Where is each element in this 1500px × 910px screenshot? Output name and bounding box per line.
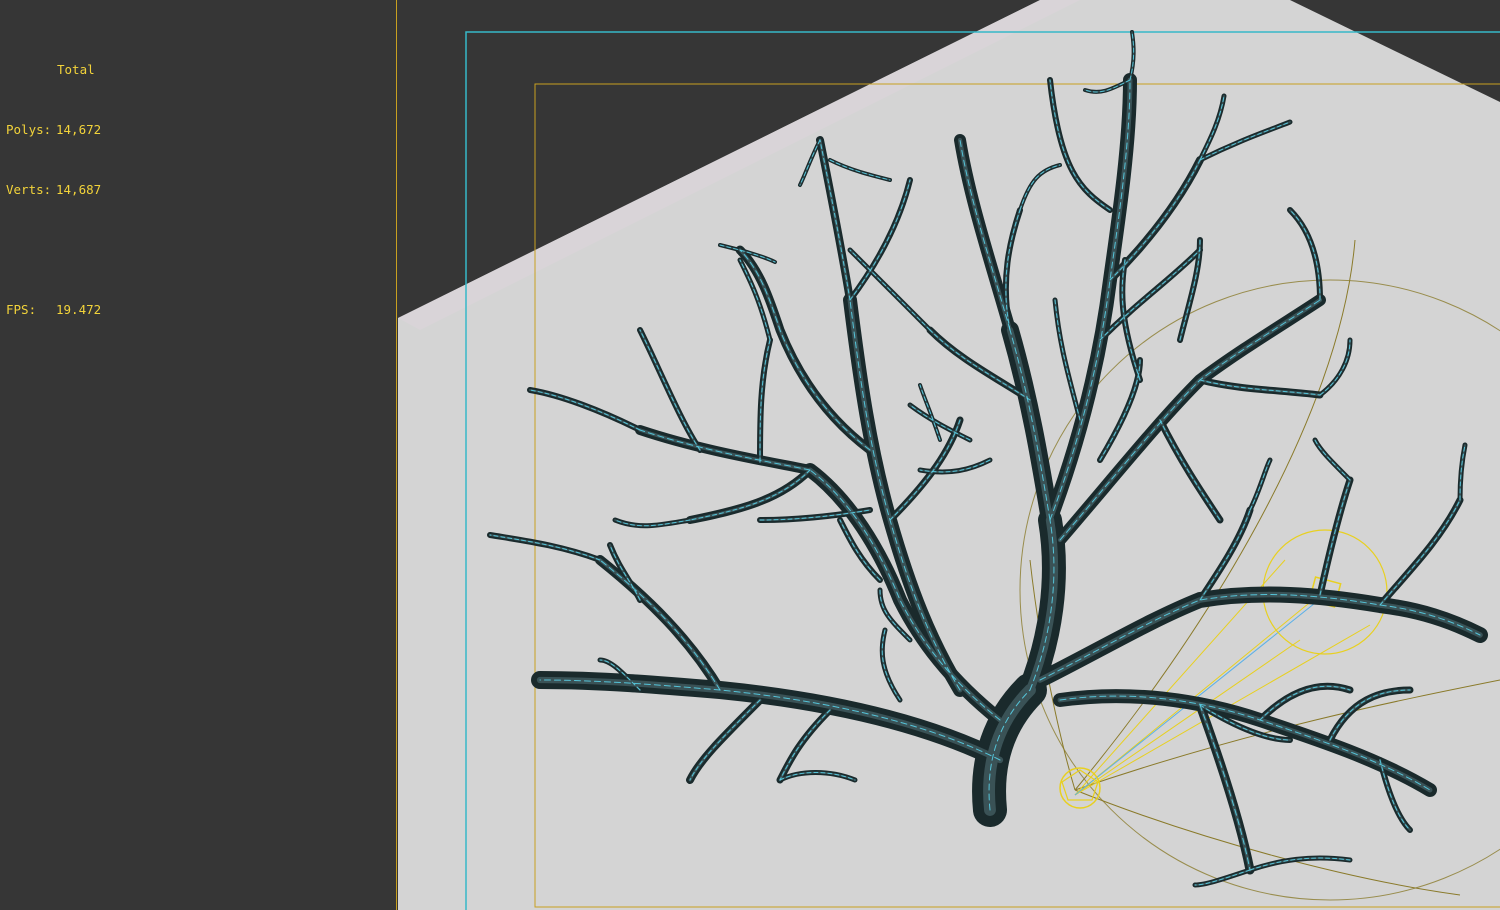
fps-label: FPS: <box>6 302 37 317</box>
fps-row: FPS: 19.472 <box>6 300 101 320</box>
stats-spacer <box>6 240 101 260</box>
fps-value: 19.472 <box>56 302 102 317</box>
perspective-viewport[interactable]: Total Polys: 14,672 Verts: 14,687 FPS: 19.4… <box>0 0 1500 910</box>
polys-value: 14,672 <box>56 122 102 137</box>
viewport-statistics: Total Polys: 14,672 Verts: 14,687 FPS: 19.4… <box>6 20 101 360</box>
verts-label: Verts: <box>6 182 52 197</box>
ground-plane <box>398 0 1500 910</box>
polys-label: Polys: <box>6 122 52 137</box>
stats-header: Total <box>57 62 95 77</box>
stats-panel: Total Polys: 14,672 Verts: 14,687 FPS: 19.4… <box>0 0 397 910</box>
verts-value: 14,687 <box>56 182 102 197</box>
polys-row: Polys: 14,672 <box>6 120 101 140</box>
verts-row: Verts: 14,687 <box>6 180 101 200</box>
